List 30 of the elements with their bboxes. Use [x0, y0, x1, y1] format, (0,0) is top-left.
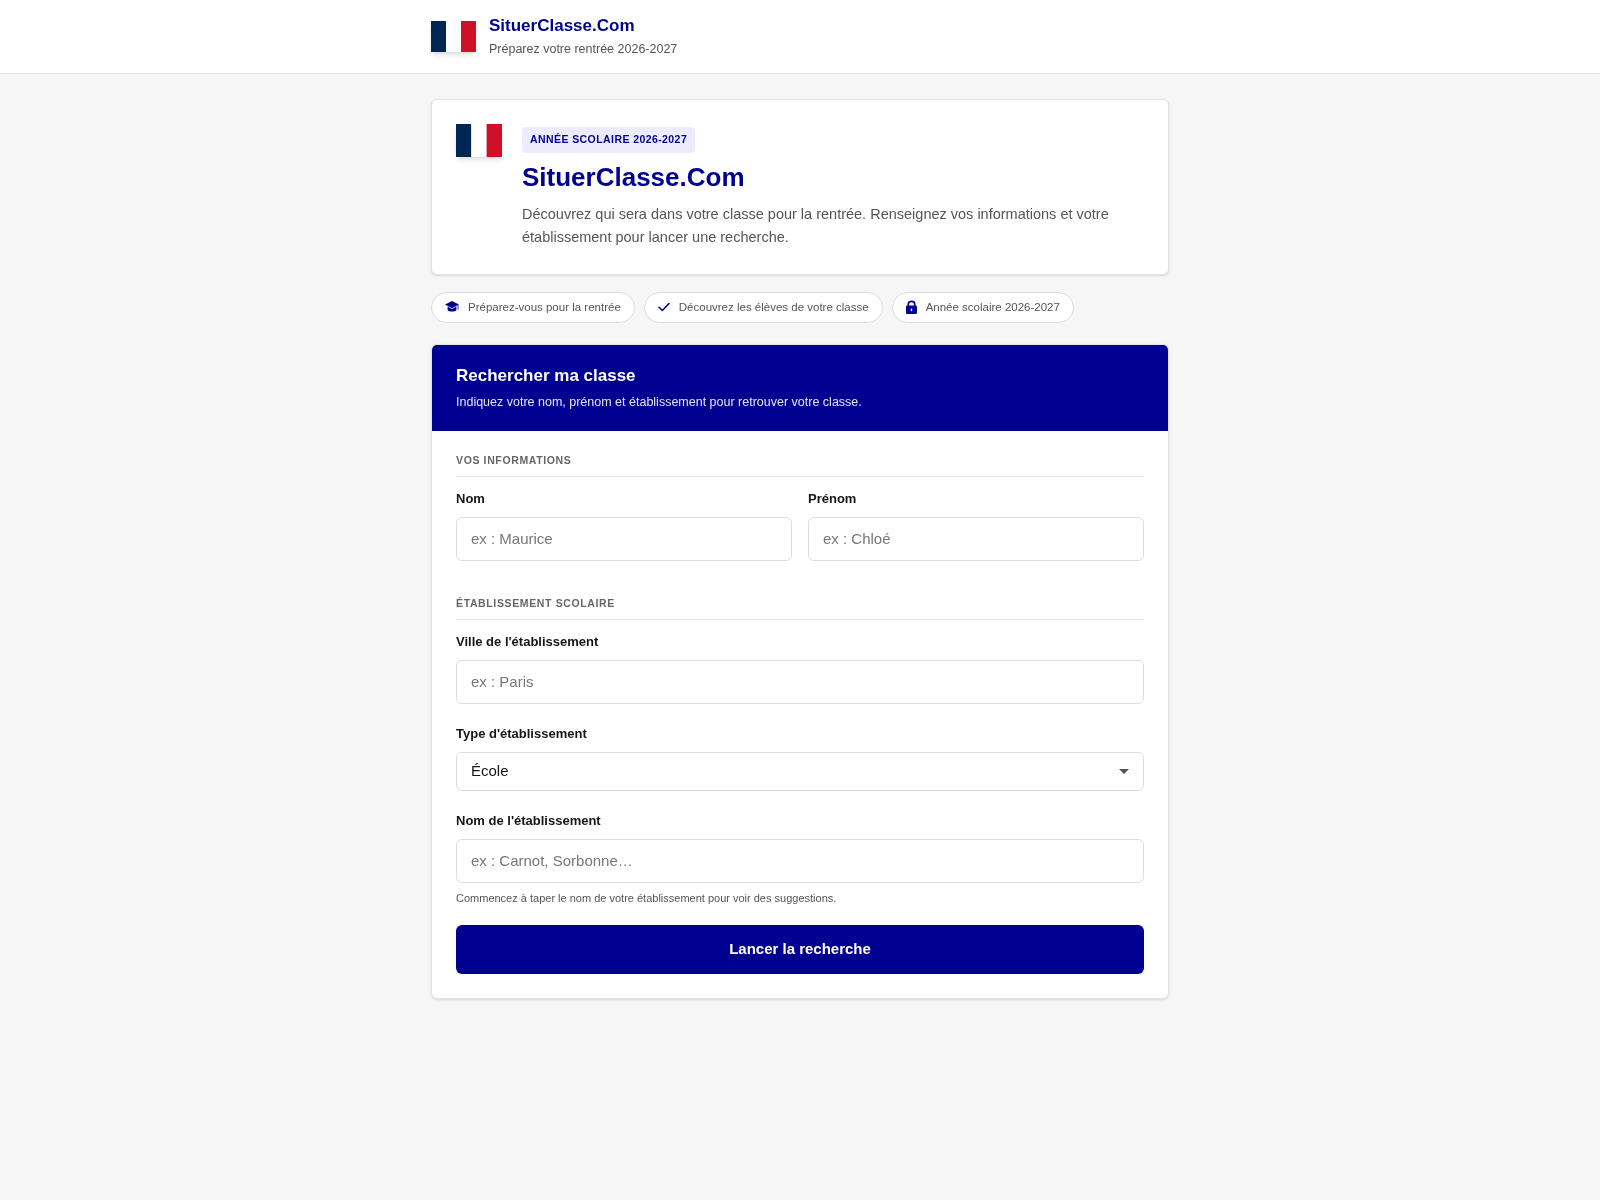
field-label: Nom de l'établissement	[456, 811, 602, 830]
section-heading: ÉTABLISSEMENT SCOLAIRE	[456, 595, 1144, 620]
chip-label: Préparez-vous pour la rentrée	[468, 299, 621, 315]
select-field[interactable]: École	[456, 751, 1144, 791]
field-label: Ville de l'établissement	[456, 632, 600, 651]
flag-icon	[456, 124, 502, 157]
check-icon	[657, 302, 670, 313]
chip-label: Découvrez les élèves de votre classe	[678, 299, 869, 315]
graduation-cap-icon	[445, 301, 459, 314]
form-subtitle: Indiquez votre nom, prénom et établissement pour retrouver votre classe.	[456, 393, 863, 411]
field-label: Nom	[456, 489, 486, 508]
hero-title: SituerClasse.Com	[522, 160, 745, 193]
text-field[interactable]: ex : Carnot, Sorbonne…	[456, 838, 1144, 883]
field-hint: Commencez à taper le nom de votre établissement pour voir des suggestions.	[456, 890, 838, 906]
lock-icon	[905, 300, 917, 315]
flag-icon	[431, 21, 476, 52]
site-tagline: Préparez votre rentrée 2026-2027	[489, 41, 678, 58]
section-heading: VOS INFORMATIONS	[456, 452, 1144, 477]
caret-icon	[1119, 768, 1129, 774]
text-field[interactable]: ex : Maurice	[456, 516, 792, 561]
form-title: Rechercher ma classe	[456, 364, 637, 387]
year-badge: ANNÉE SCOLAIRE 2026-2027	[522, 127, 696, 153]
chip-label: Année scolaire 2026-2027	[925, 299, 1060, 315]
search-button[interactable]: Lancer la recherche	[456, 924, 1144, 974]
site-title[interactable]: SituerClasse.Com	[489, 15, 678, 37]
field-label: Prénom	[808, 489, 858, 508]
text-field[interactable]: ex : Paris	[456, 659, 1144, 704]
text-field[interactable]: ex : Chloé	[808, 516, 1144, 561]
field-label: Type d'établissement	[456, 724, 588, 743]
hero-description: Découvrez qui sera dans votre classe pour la rentrée. Renseignez vos informations et votre établissement pour lancer une recherche.	[522, 204, 1110, 247]
